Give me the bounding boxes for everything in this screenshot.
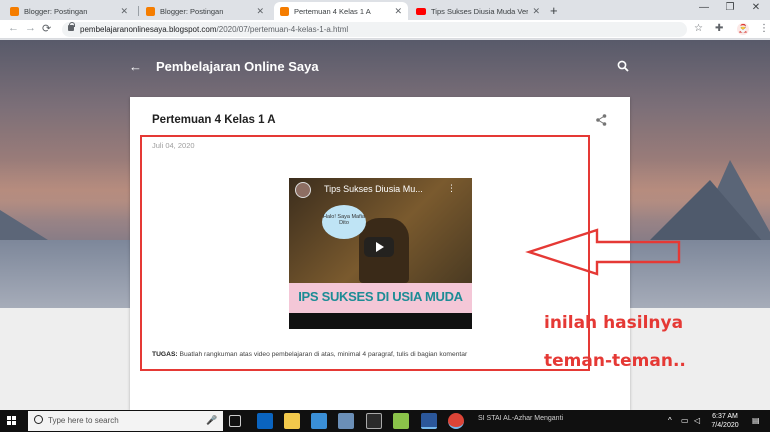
close-icon[interactable]: ✕: [256, 6, 264, 17]
lock-icon: [68, 22, 75, 31]
back-arrow-icon[interactable]: ←: [129, 59, 142, 74]
close-icon[interactable]: ✕: [120, 6, 128, 17]
search-circle-icon: [34, 415, 43, 424]
tab-title: Blogger: Postingan: [160, 6, 224, 16]
close-window-icon[interactable]: ✕: [745, 2, 767, 13]
tab-title: Blogger: Postingan: [24, 6, 88, 16]
annotation-line-2: teman-teman..: [544, 351, 686, 371]
clock-date: 7/4/2020: [711, 422, 739, 429]
reload-icon[interactable]: ⟳: [42, 22, 51, 35]
app-icon[interactable]: [393, 413, 409, 429]
media-app-icon[interactable]: [366, 413, 382, 429]
windows-taskbar: Type here to search 🎤 SI STAI AL-Azhar M…: [0, 410, 770, 432]
url-domain: pembelajaranonlinesaya.blogspot.com: [80, 25, 217, 34]
minimize-icon[interactable]: —: [693, 2, 715, 13]
tab-strip: Blogger: Postingan ✕ Blogger: Postingan …: [0, 0, 770, 20]
profile-avatar[interactable]: 🎅: [737, 23, 749, 35]
volume-icon[interactable]: ◁: [694, 416, 700, 425]
search-placeholder: Type here to search: [48, 416, 119, 425]
blog-title[interactable]: Pembelajaran Online Saya: [156, 59, 319, 74]
tab-youtube[interactable]: Tips Sukses Diusia Muda Versi Al... ✕: [410, 2, 546, 20]
file-explorer-icon[interactable]: [284, 413, 300, 429]
youtube-icon: [416, 7, 426, 15]
network-icon[interactable]: ▭: [681, 416, 689, 425]
back-icon[interactable]: ←: [8, 22, 19, 34]
forward-icon[interactable]: →: [25, 22, 36, 34]
browser-toolbar: ← → ⟳ pembelajaranonlinesaya.blogspot.co…: [0, 20, 770, 39]
address-bar[interactable]: pembelajaranonlinesaya.blogspot.com/2020…: [62, 22, 687, 37]
highlight-box: [140, 135, 590, 371]
post-title: Pertemuan 4 Kelas 1 A: [152, 114, 276, 126]
tab-blogger-2[interactable]: Blogger: Postingan ✕: [140, 2, 270, 20]
menu-icon[interactable]: ⋮: [759, 23, 769, 34]
annotation-line-1: inilah hasilnya: [544, 313, 684, 333]
new-tab-button[interactable]: +: [550, 3, 558, 18]
taskbar-search[interactable]: Type here to search 🎤: [28, 411, 223, 431]
store-icon[interactable]: [311, 413, 327, 429]
tab-title: Pertemuan 4 Kelas 1 A: [294, 6, 371, 16]
blogger-icon: [146, 6, 155, 16]
tab-divider: [138, 6, 139, 16]
mic-icon[interactable]: 🎤: [206, 415, 217, 426]
tab-blogger-1[interactable]: Blogger: Postingan ✕: [4, 2, 134, 20]
task-view-icon[interactable]: [229, 415, 241, 427]
blogger-icon: [280, 6, 289, 16]
windows-start-icon[interactable]: [7, 416, 17, 426]
system-tray-up-icon[interactable]: ^: [668, 416, 672, 425]
search-icon[interactable]: [617, 60, 629, 75]
url-text: pembelajaranonlinesaya.blogspot.com/2020…: [80, 23, 348, 36]
extensions-icon[interactable]: ✚: [715, 23, 723, 34]
chrome-icon[interactable]: [448, 413, 464, 429]
url-path: /2020/07/pertemuan-4-kelas-1-a.html: [216, 25, 349, 34]
tab-title: Tips Sukses Diusia Muda Versi Al...: [431, 6, 529, 16]
tab-pertemuan[interactable]: Pertemuan 4 Kelas 1 A ✕: [274, 2, 408, 20]
notification-icon[interactable]: ▤: [752, 416, 760, 425]
taskbar-background-text: SI STAI AL-Azhar Menganti: [478, 415, 564, 422]
clock-time: 6:37 AM: [712, 413, 738, 420]
close-icon[interactable]: ✕: [532, 6, 540, 17]
share-icon[interactable]: [596, 114, 607, 129]
word-icon[interactable]: [421, 413, 437, 429]
pointer-arrow-icon: [525, 228, 681, 276]
network-app-icon[interactable]: [338, 413, 354, 429]
edge-icon[interactable]: [257, 413, 273, 429]
clock[interactable]: 6:37 AM 7/4/2020: [707, 412, 743, 430]
bookmark-star-icon[interactable]: ☆: [694, 23, 703, 34]
blogger-icon: [10, 6, 19, 16]
close-icon[interactable]: ✕: [394, 6, 402, 17]
maximize-icon[interactable]: ❐: [719, 2, 741, 13]
